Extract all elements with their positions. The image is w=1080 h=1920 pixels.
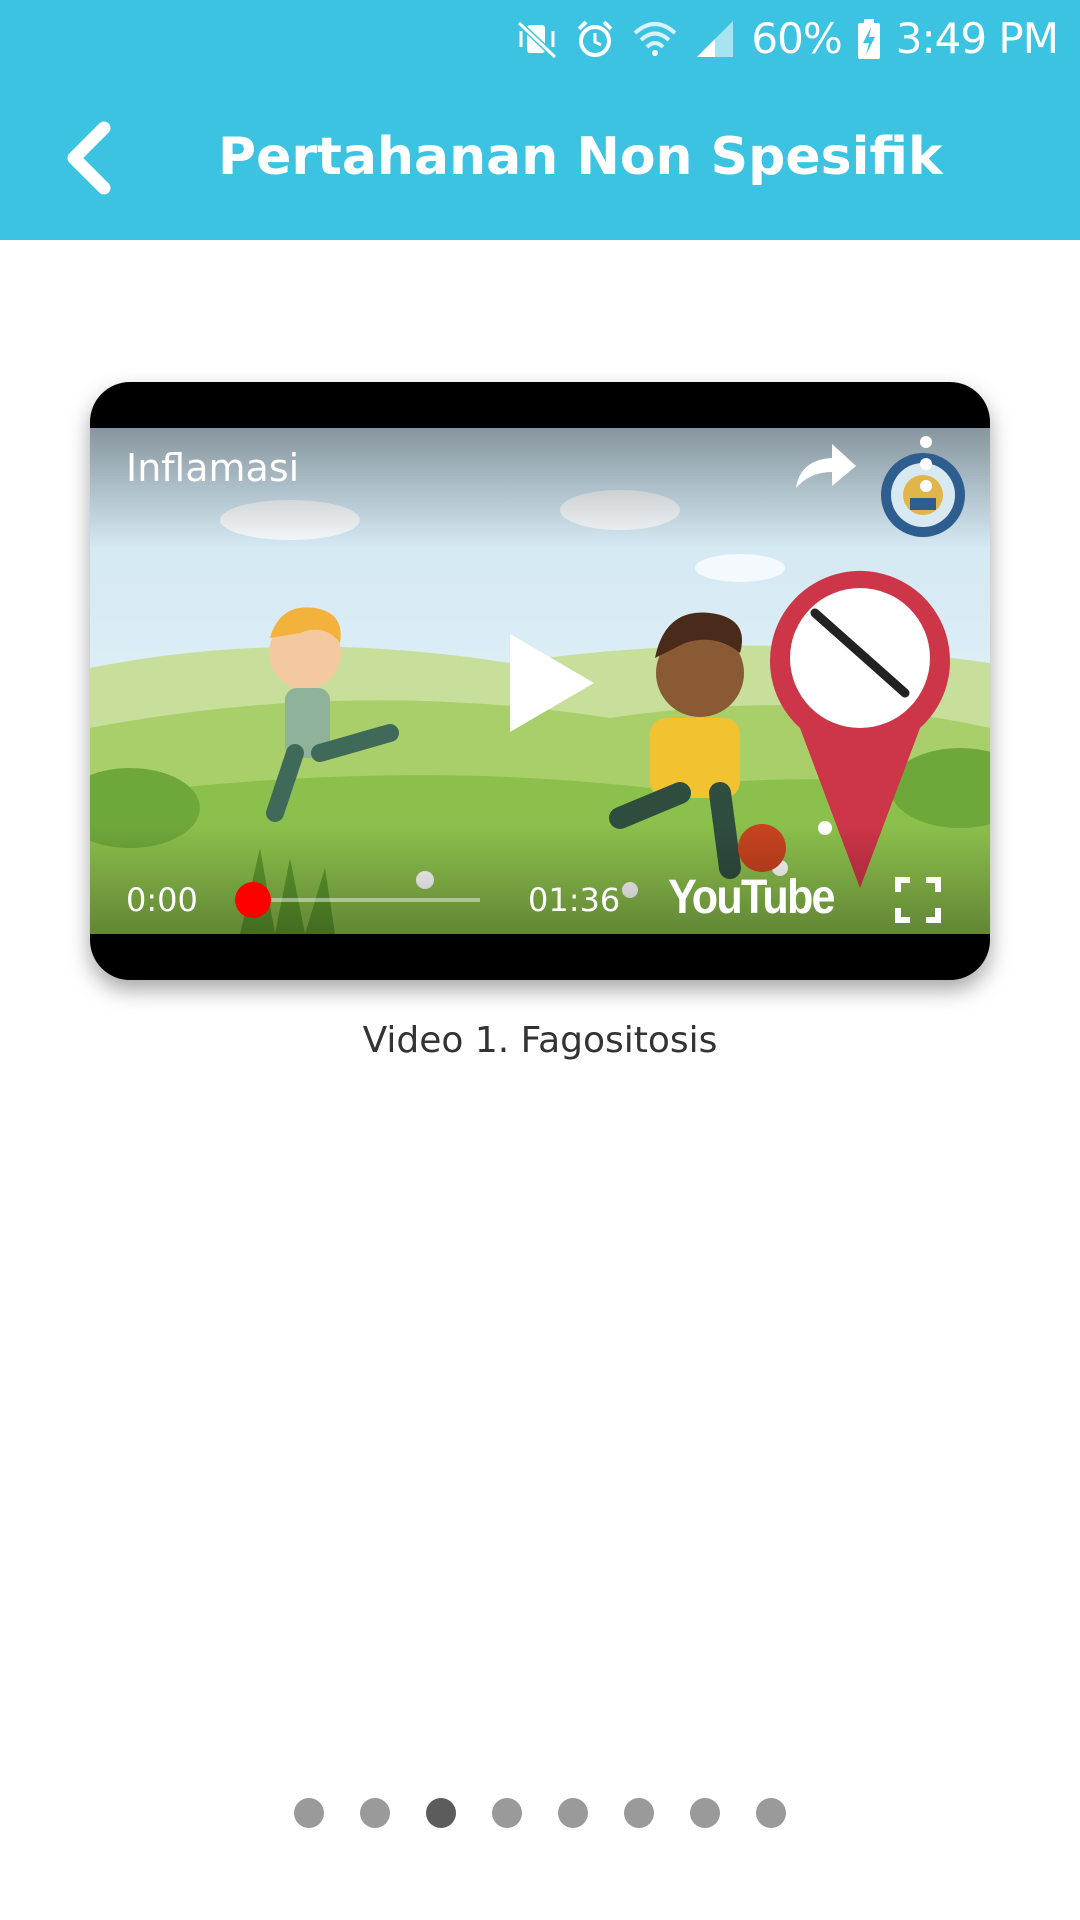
pager-dot[interactable]	[756, 1798, 786, 1828]
youtube-logo[interactable]: YouTube	[668, 868, 836, 928]
signal-icon	[697, 21, 734, 57]
pager-dot[interactable]	[624, 1798, 654, 1828]
back-button[interactable]	[40, 108, 140, 208]
pager-dot[interactable]	[492, 1798, 522, 1828]
status-bar: 60% 3:49 PM	[0, 0, 1080, 78]
pager-dot[interactable]	[294, 1798, 324, 1828]
duration: 01:36	[528, 881, 621, 919]
more-vert-icon[interactable]	[914, 432, 938, 496]
battery-charging-icon	[857, 19, 880, 59]
pager-dot-active[interactable]	[426, 1798, 456, 1828]
progress-bar[interactable]	[250, 898, 480, 902]
play-icon[interactable]	[502, 628, 598, 738]
video-title[interactable]: Inflamasi	[126, 440, 299, 496]
pager-dot[interactable]	[690, 1798, 720, 1828]
current-time: 0:00	[126, 881, 198, 919]
app-bar: Pertahanan Non Spesifik	[0, 78, 1080, 240]
status-icons: 60% 3:49 PM	[515, 10, 1059, 68]
clock: 3:49 PM	[895, 14, 1059, 63]
battery-percent: 60%	[751, 14, 842, 63]
app-header: 60% 3:49 PM Pertahanan Non Spesifik	[0, 0, 1080, 240]
video-thumbnail[interactable]: Inflamasi 0:00 01:36 YouTube	[90, 428, 990, 934]
alarm-icon	[577, 20, 613, 57]
fullscreen-icon[interactable]	[894, 876, 942, 924]
pager-dot[interactable]	[360, 1798, 390, 1828]
wifi-icon	[634, 22, 677, 56]
page-title: Pertahanan Non Spesifik	[218, 127, 943, 187]
video-caption: Video 1. Fagositosis	[362, 1020, 718, 1061]
share-icon[interactable]	[790, 436, 860, 496]
progress-thumb[interactable]	[235, 882, 271, 918]
chevron-left-icon	[67, 121, 111, 195]
pager-dot[interactable]	[558, 1798, 588, 1828]
mute-vibrate-icon	[517, 20, 558, 60]
page-indicator	[0, 1798, 1080, 1830]
video-player[interactable]: Inflamasi 0:00 01:36 YouTube	[90, 382, 990, 980]
